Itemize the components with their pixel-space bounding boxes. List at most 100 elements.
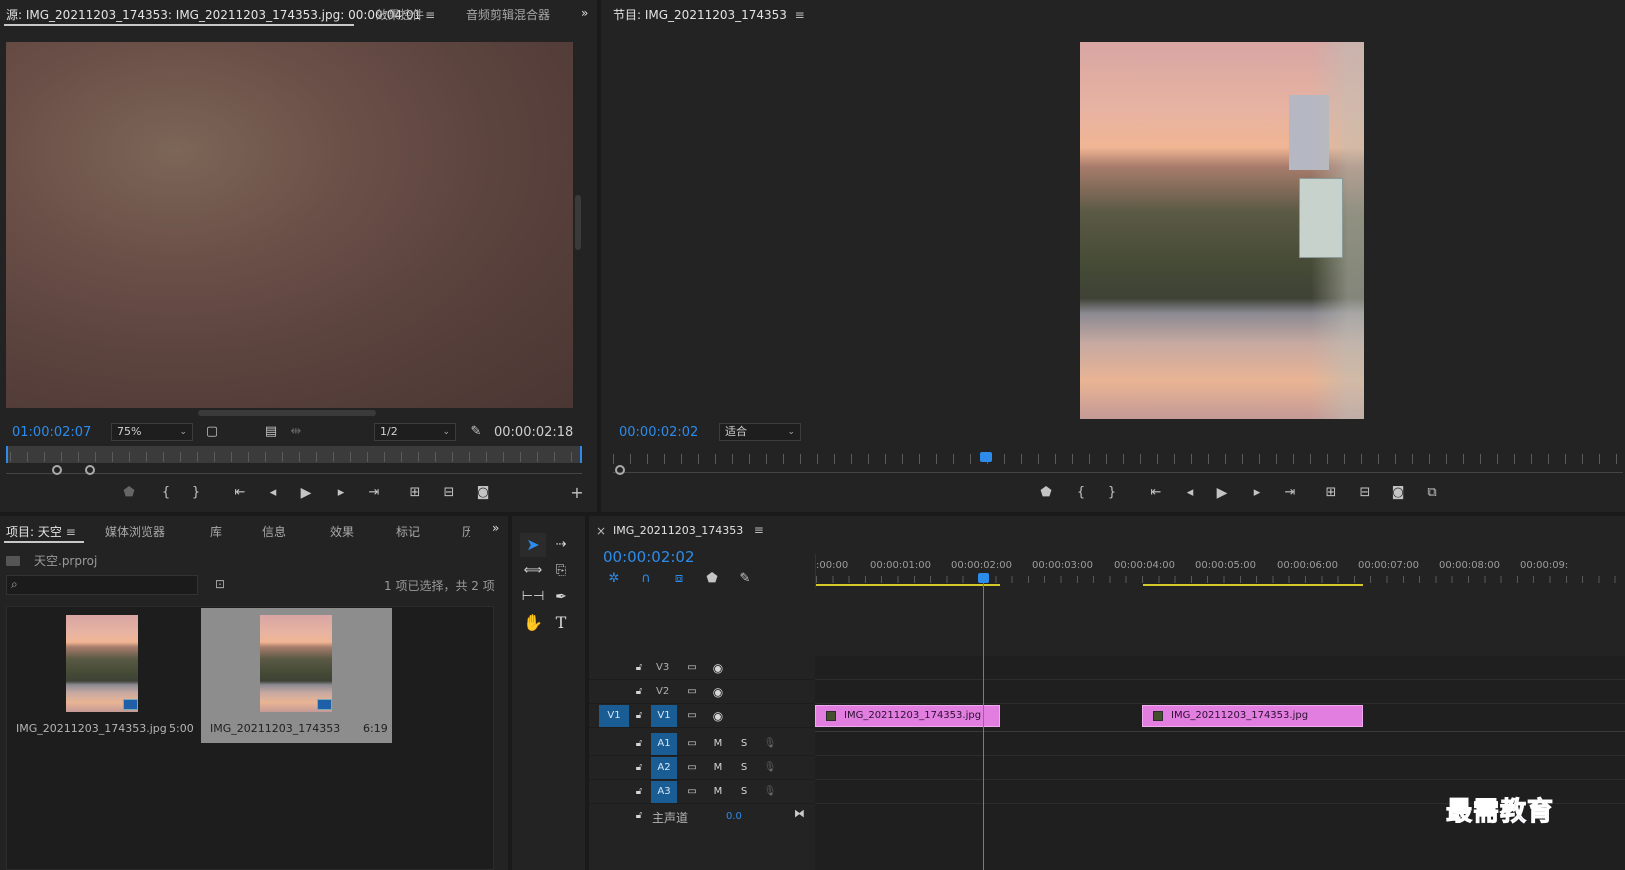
step-forward-icon[interactable]: ▸ <box>330 484 352 502</box>
go-to-in-icon[interactable]: ⇤ <box>1145 484 1167 502</box>
source-timecode-in[interactable]: 01:00:02:07 <box>12 425 91 440</box>
close-tab-icon[interactable]: × <box>596 524 606 538</box>
mute-button[interactable]: M <box>708 758 728 778</box>
tab-markers[interactable]: 标记 <box>396 523 420 540</box>
program-timecode[interactable]: 00:00:02:02 <box>619 425 698 440</box>
microphone-icon[interactable]: 🎙︎ <box>760 782 780 802</box>
safe-margins-icon[interactable]: ▢ <box>201 423 223 441</box>
sync-lock-icon[interactable]: ▭ <box>682 734 702 754</box>
tab-sequence[interactable]: IMG_20211203_174353 ≡ <box>613 523 764 537</box>
track-select-tool-icon[interactable]: ⇢ <box>548 533 574 557</box>
source-in-marker[interactable] <box>6 446 14 463</box>
program-zoom-bar[interactable] <box>613 465 1623 473</box>
ripple-edit-tool-icon[interactable]: ⟺ <box>520 559 546 583</box>
step-forward-icon[interactable]: ▸ <box>1246 484 1268 502</box>
lock-icon[interactable]: 🔓︎ <box>629 734 649 754</box>
drag-audio-icon[interactable]: ⇹ <box>285 423 307 441</box>
mute-button[interactable]: M <box>708 782 728 802</box>
type-tool-icon[interactable]: T <box>548 611 574 635</box>
track-lanes[interactable]: IMG_20211203_174353.jpg IMG_20211203_174… <box>815 656 1625 870</box>
time-ruler[interactable]: :00:00 00:00:01:00 00:00:02:00 00:00:03:… <box>815 554 1625 588</box>
project-item-1[interactable]: IMG_20211203_174353.jpg 5:00 <box>8 608 198 742</box>
solo-button[interactable]: S <box>734 782 754 802</box>
mark-in-icon[interactable]: { <box>1070 484 1092 502</box>
play-icon[interactable]: ▶ <box>1211 484 1233 502</box>
menu-icon[interactable]: ≡ <box>795 8 805 22</box>
lift-icon[interactable]: ⊞ <box>1320 484 1342 502</box>
timeline-settings-icon[interactable]: ✎ <box>734 570 756 588</box>
eye-icon[interactable]: ◉ <box>708 682 728 702</box>
more-tabs-icon[interactable]: » <box>492 521 499 535</box>
sync-lock-icon[interactable]: ▭ <box>682 782 702 802</box>
tab-history[interactable]: 历 <box>462 523 470 540</box>
lock-icon[interactable]: 🔓︎ <box>629 782 649 802</box>
mark-out-icon[interactable]: } <box>185 484 207 502</box>
work-area-bar-2[interactable] <box>1143 584 1363 586</box>
snap-icon[interactable]: ∩ <box>635 570 657 588</box>
track-label[interactable]: V3 <box>656 662 669 673</box>
add-marker-icon[interactable]: ⬟ <box>118 484 140 502</box>
tab-program[interactable]: 节目: IMG_20211203_174353 ≡ <box>613 6 805 23</box>
slip-tool-icon[interactable]: ⊢⊣ <box>520 585 546 609</box>
track-target-a3[interactable]: A3 <box>651 781 677 803</box>
menu-icon[interactable]: ≡ <box>754 523 764 537</box>
export-frame-icon[interactable]: ◙ <box>1387 484 1409 502</box>
zoom-handle-left[interactable] <box>615 465 625 475</box>
clip[interactable]: IMG_20211203_174353.jpg <box>815 705 1000 727</box>
lock-icon[interactable]: 🔓︎ <box>629 706 649 726</box>
track-target-v1[interactable]: V1 <box>651 705 677 727</box>
wrench-icon[interactable]: ✎ <box>465 423 487 441</box>
master-volume[interactable]: 0.0 <box>726 811 742 822</box>
lock-icon[interactable]: 🔓︎ <box>629 682 649 702</box>
drag-video-icon[interactable]: ▤ <box>260 423 282 441</box>
add-button-icon[interactable]: + <box>566 484 588 502</box>
lock-icon[interactable]: 🔓︎ <box>629 658 649 678</box>
track-label[interactable]: V2 <box>656 686 669 697</box>
menu-icon[interactable]: ≡ <box>425 8 435 22</box>
project-item-2[interactable]: IMG_20211203_174353 6:19 <box>201 608 392 743</box>
clip[interactable]: IMG_20211203_174353.jpg <box>1142 705 1363 727</box>
fit-select[interactable]: 适合 ⌄ <box>719 423 801 441</box>
selection-tool-icon[interactable]: ➤ <box>520 533 546 557</box>
sync-lock-icon[interactable]: ▭ <box>682 658 702 678</box>
mute-button[interactable]: M <box>708 734 728 754</box>
expand-icon[interactable]: ⧓ <box>794 807 805 820</box>
zoom-handle-left[interactable] <box>52 465 62 475</box>
source-out-marker[interactable] <box>574 446 582 463</box>
menu-icon[interactable]: ≡ <box>66 525 76 539</box>
linked-selection-icon[interactable]: ⧈ <box>668 570 690 588</box>
sync-lock-icon[interactable]: ▭ <box>682 706 702 726</box>
go-to-out-icon[interactable]: ⇥ <box>1279 484 1301 502</box>
sync-lock-icon[interactable]: ▭ <box>682 682 702 702</box>
sync-lock-icon[interactable]: ▭ <box>682 758 702 778</box>
nest-toggle-icon[interactable]: ✲ <box>603 570 625 588</box>
comparison-view-icon[interactable]: ⧉ <box>1421 484 1443 502</box>
eye-icon[interactable]: ◉ <box>708 706 728 726</box>
tab-effect-controls[interactable]: 效果控件 <box>376 6 424 23</box>
tab-audio-clip-mixer[interactable]: 音频剪辑混合器 <box>466 6 550 23</box>
lock-icon[interactable]: 🔓︎ <box>629 758 649 778</box>
lock-icon[interactable]: 🔓︎ <box>629 806 649 826</box>
source-patch-v1[interactable]: V1 <box>599 705 629 727</box>
tab-effects[interactable]: 效果 <box>330 523 354 540</box>
microphone-icon[interactable]: 🎙︎ <box>760 734 780 754</box>
tab-source[interactable]: 源: IMG_20211203_174353: IMG_20211203_174… <box>6 6 435 23</box>
zoom-handle-right[interactable] <box>85 465 95 475</box>
microphone-icon[interactable]: 🎙︎ <box>760 758 780 778</box>
go-to-in-icon[interactable]: ⇤ <box>229 484 251 502</box>
export-frame-icon[interactable]: ◙ <box>472 484 494 502</box>
tab-info[interactable]: 信息 <box>262 523 286 540</box>
step-back-icon[interactable]: ◂ <box>262 484 284 502</box>
program-playhead[interactable] <box>980 452 992 462</box>
search-input[interactable] <box>6 575 198 595</box>
add-marker-icon[interactable]: ⬟ <box>701 570 723 588</box>
insert-icon[interactable]: ⊞ <box>404 484 426 502</box>
overwrite-icon[interactable]: ⊟ <box>438 484 460 502</box>
go-to-out-icon[interactable]: ⇥ <box>363 484 385 502</box>
solo-button[interactable]: S <box>734 734 754 754</box>
timeline-timecode[interactable]: 00:00:02:02 <box>603 548 695 566</box>
add-marker-icon[interactable]: ⬟ <box>1035 484 1057 502</box>
tab-project[interactable]: 项目: 天空 ≡ <box>6 523 76 540</box>
source-vertical-scrollbar[interactable] <box>575 195 581 250</box>
pen-tool-icon[interactable]: ✒ <box>548 585 574 609</box>
